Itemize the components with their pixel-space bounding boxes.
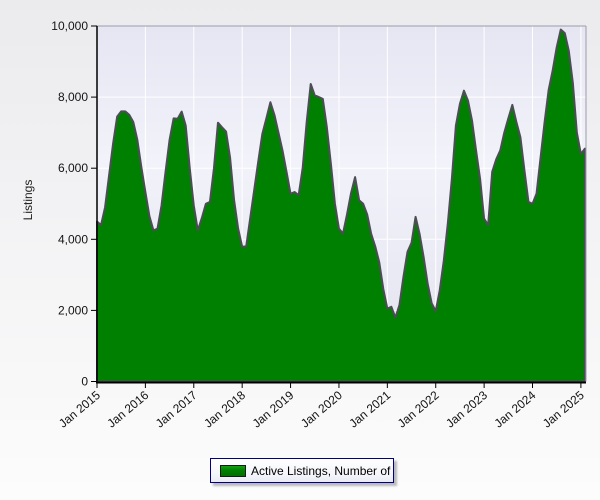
y-tick-label: 0 bbox=[81, 375, 88, 389]
x-tick-label: Jan 2017 bbox=[153, 388, 200, 431]
x-tick-label: Jan 2015 bbox=[56, 388, 103, 431]
x-tick-label: Jan 2019 bbox=[250, 388, 297, 431]
chart-panel: 0 2,000 4,000 6,000 8,000 10,000 Jan 2015 Jan 2… bbox=[0, 0, 600, 500]
y-tick-label: 8,000 bbox=[58, 90, 88, 104]
x-tick-label: Jan 2016 bbox=[104, 388, 151, 431]
y-tick-label: 6,000 bbox=[58, 161, 88, 175]
y-tick-label: 4,000 bbox=[58, 232, 88, 246]
x-tick-label: Jan 2021 bbox=[346, 388, 393, 431]
legend-swatch-icon bbox=[220, 464, 246, 477]
y-tick-label: 10,000 bbox=[51, 19, 88, 33]
x-axis-ticks: Jan 2015 Jan 2016 Jan 2017 Jan 2018 Jan 2019… bbox=[56, 382, 587, 431]
x-tick-label: Jan 2020 bbox=[298, 388, 345, 431]
active-listings-area-chart: 02,0004,0006,0008,00010,000Jan 2015 Jan 2… bbox=[51, 19, 587, 431]
y-axis-title: Listings bbox=[21, 179, 35, 221]
x-tick-label: Jan 2024 bbox=[492, 388, 539, 431]
x-tick-label: Jan 2025 bbox=[540, 388, 587, 431]
legend-box: Active Listings, Number of bbox=[210, 458, 394, 483]
x-tick-label: Jan 2023 bbox=[443, 388, 490, 431]
x-tick-label: Jan 2022 bbox=[395, 388, 442, 431]
legend-label: Active Listings, Number of bbox=[251, 463, 391, 478]
y-axis-ticks: 0 2,000 4,000 6,000 8,000 10,000 bbox=[51, 19, 97, 389]
y-tick-label: 2,000 bbox=[58, 303, 88, 317]
x-tick-label: Jan 2018 bbox=[201, 388, 248, 431]
